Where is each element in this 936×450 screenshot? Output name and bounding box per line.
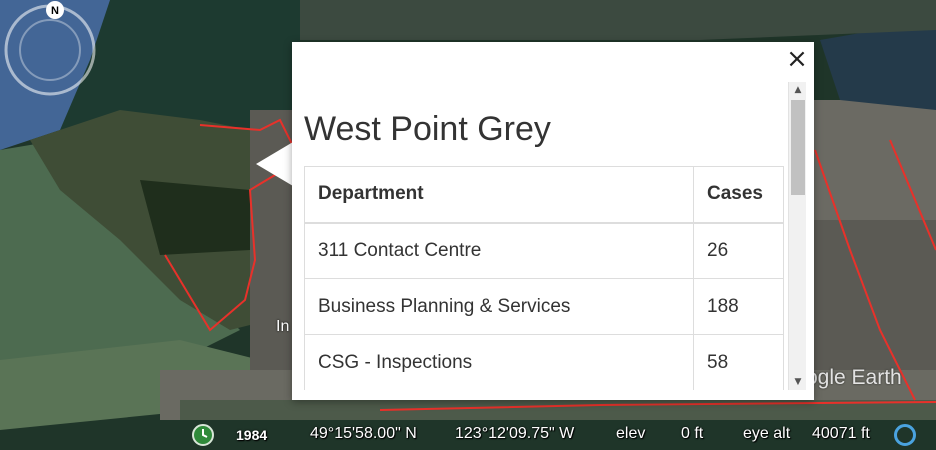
- department-cell: Business Planning & Services: [304, 278, 694, 335]
- table-row: 311 Contact Centre 26: [304, 222, 784, 279]
- column-header-cases: Cases: [693, 166, 784, 224]
- scroll-down-arrow-icon[interactable]: ▼: [789, 374, 807, 390]
- balloon-title: West Point Grey: [304, 110, 551, 148]
- elevation-value: 0 ft: [681, 425, 704, 442]
- latitude-readout: 49°15'58.00" N: [310, 425, 417, 442]
- balloon-content: West Point Grey Department Cases 311 Con…: [302, 82, 786, 390]
- map-place-label: In: [276, 318, 290, 335]
- table-header-row: Department Cases: [304, 166, 784, 224]
- historical-imagery-clock-icon[interactable]: [191, 423, 215, 447]
- scrollbar-thumb[interactable]: [791, 100, 805, 195]
- department-cell: 311 Contact Centre: [304, 222, 694, 279]
- table-row: Business Planning & Services 188: [304, 278, 784, 335]
- cases-cell: 26: [693, 222, 784, 279]
- navigation-compass[interactable]: N: [0, 0, 100, 100]
- status-bar: 1984 49°15'58.00" N 123°12'09.75" W elev…: [0, 420, 936, 450]
- imagery-year[interactable]: 1984: [236, 427, 267, 443]
- balloon-scrollbar[interactable]: ▲ ▼: [788, 82, 806, 390]
- scroll-up-arrow-icon[interactable]: ▲: [789, 82, 807, 98]
- table-row: CSG - Inspections 58: [304, 334, 784, 390]
- compass-north-label: N: [51, 5, 59, 17]
- google-earth-logo: ogle Earth: [806, 366, 902, 389]
- street-view-icon[interactable]: [894, 424, 916, 446]
- balloon-pointer: [256, 142, 293, 186]
- cases-cell: 58: [693, 334, 784, 390]
- elevation-label: elev: [616, 425, 646, 442]
- close-button[interactable]: ×: [786, 46, 808, 72]
- department-cell: CSG - Inspections: [304, 334, 694, 390]
- eye-altitude-label: eye alt: [743, 425, 791, 442]
- eye-altitude-value: 40071 ft: [812, 425, 870, 442]
- cases-table: Department Cases 311 Contact Centre 26 B…: [304, 166, 784, 390]
- cases-cell: 188: [693, 278, 784, 335]
- longitude-readout: 123°12'09.75" W: [455, 425, 575, 442]
- column-header-department: Department: [304, 166, 694, 224]
